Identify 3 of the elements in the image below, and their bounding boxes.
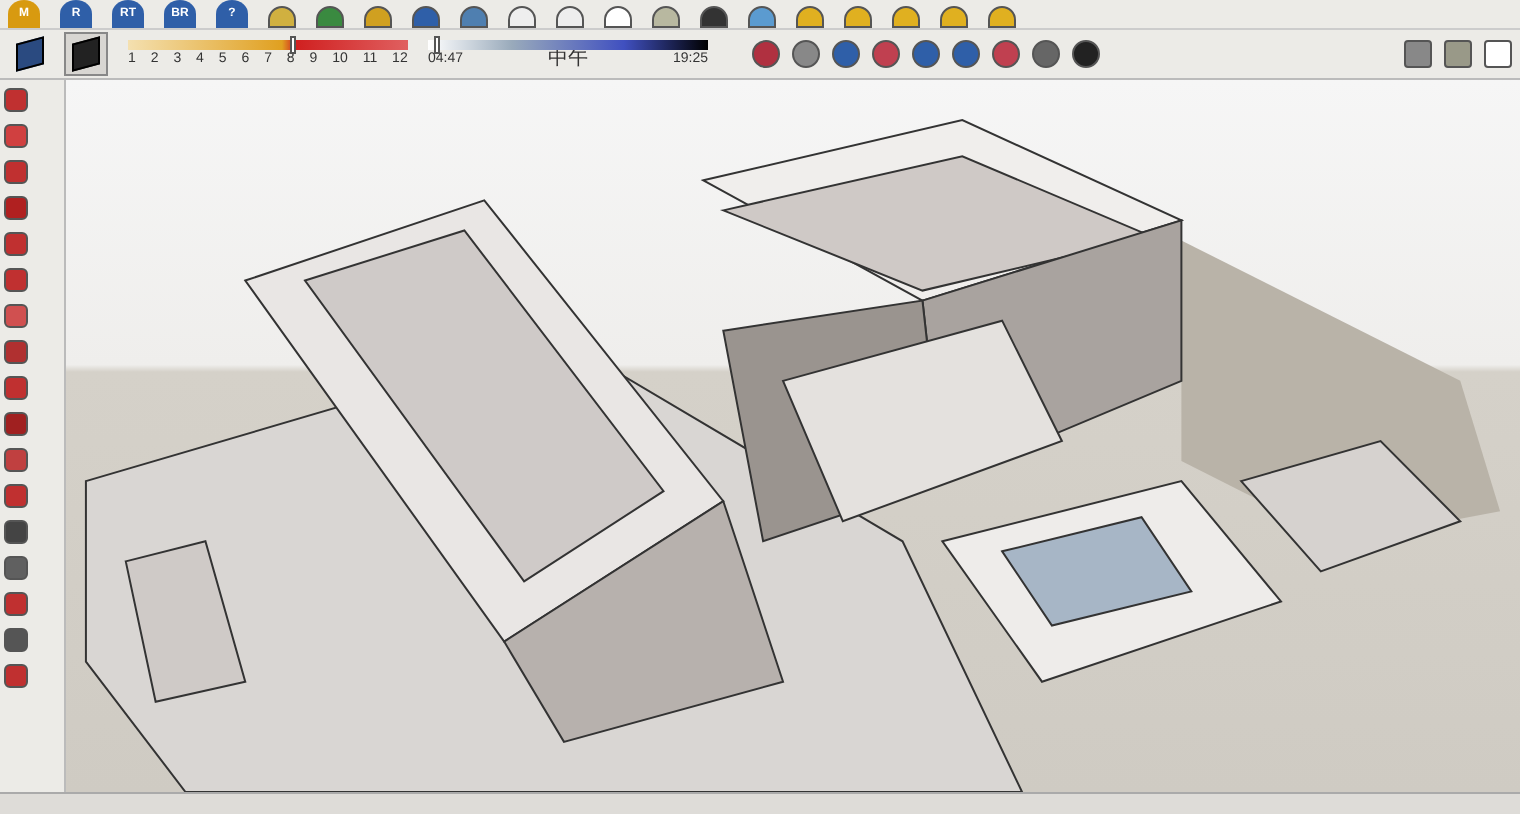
month-slider[interactable] (128, 39, 408, 49)
time-slider[interactable] (428, 39, 708, 49)
style-button[interactable] (64, 32, 108, 76)
